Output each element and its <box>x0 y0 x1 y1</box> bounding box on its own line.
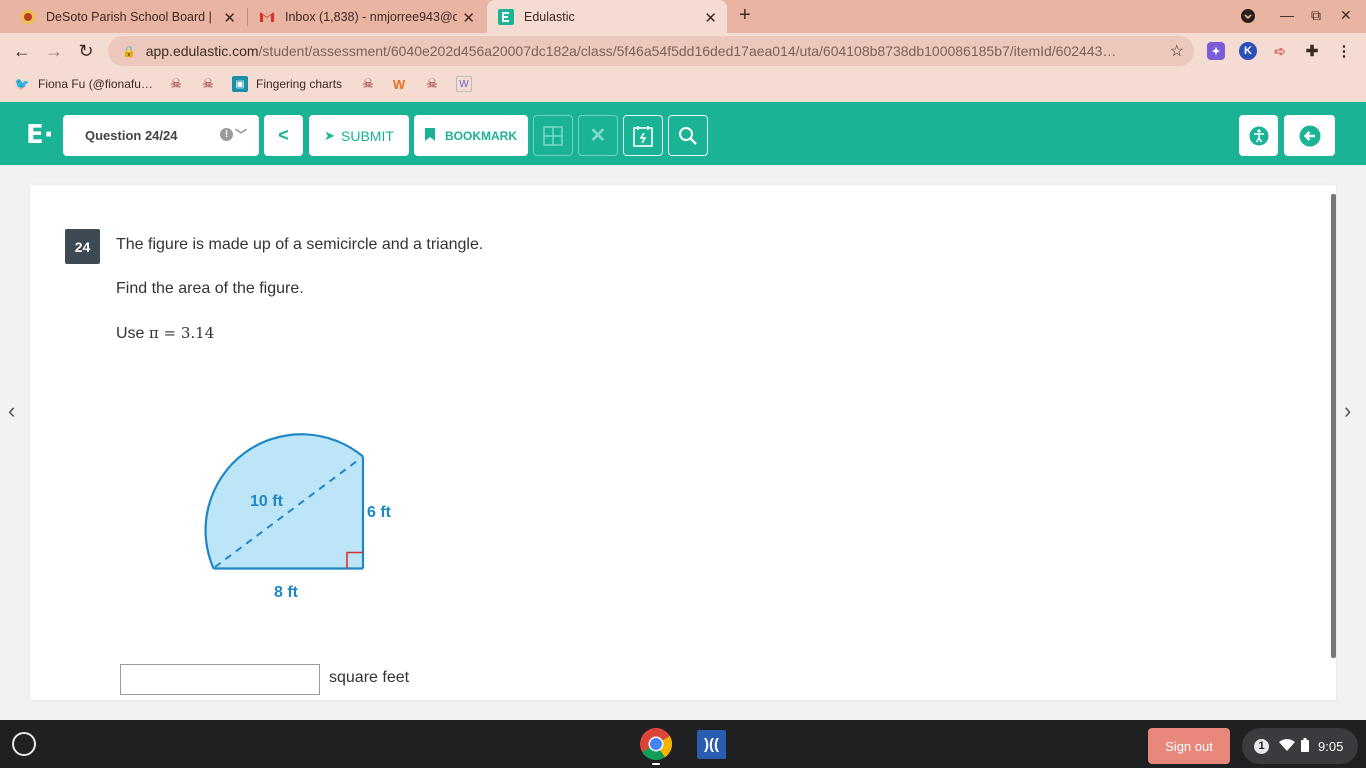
minimize-icon[interactable]: — <box>1280 7 1294 23</box>
bookmark-icon <box>425 127 435 144</box>
exit-button[interactable] <box>1284 115 1335 156</box>
url-text: app.edulastic.com/student/assessment/604… <box>145 43 1117 59</box>
question-prompt: Find the area of the figure. <box>116 280 304 297</box>
composite-figure: 10 ft 6 ft 8 ft <box>204 433 392 601</box>
next-arrow-icon[interactable]: › <box>1344 398 1351 424</box>
scratchpad-button[interactable] <box>623 115 663 156</box>
back-icon[interactable]: ← <box>10 39 34 63</box>
close-x-icon: ✕ <box>589 125 607 147</box>
twitter-icon: 🐦 <box>14 77 30 91</box>
bookmark-button[interactable]: BOOKMARK <box>414 115 528 156</box>
height-label: 6 ft <box>367 504 392 521</box>
pi-instruction: Use π = 3.14 <box>116 324 215 342</box>
extension-puzzle-purple-icon[interactable]: ✦ <box>1207 42 1225 60</box>
extensions-icon[interactable]: ✚ <box>1303 42 1321 60</box>
diameter-label: 10 ft <box>250 493 284 510</box>
accessibility-icon <box>1249 126 1268 145</box>
exit-arrow-icon <box>1299 125 1320 146</box>
extension-share-icon[interactable]: ➪ <box>1271 42 1289 60</box>
app-icon[interactable]: )(( <box>697 730 726 759</box>
chevron-left-icon: < <box>278 125 289 145</box>
bookmark-fingering-charts[interactable]: ▣ Fingering charts <box>232 76 342 92</box>
close-icon[interactable]: ✕ <box>223 9 236 27</box>
question-selector[interactable]: Question 24/24 ! ﹀ <box>63 115 259 156</box>
tab-desoto[interactable]: DeSoto Parish School Board | De ✕ <box>20 0 246 33</box>
extension-k-icon[interactable]: K <box>1239 42 1257 60</box>
bookmark-fiona[interactable]: 🐦 Fiona Fu (@fionafu… <box>14 76 153 92</box>
tab-title: Edulastic <box>524 9 575 24</box>
calculator-button[interactable] <box>533 115 573 156</box>
answer-eliminator-button[interactable]: ✕ <box>578 115 618 156</box>
tab-strip: DeSoto Parish School Board | De ✕ Inbox … <box>0 0 1366 33</box>
new-tab-icon[interactable]: + <box>739 4 751 27</box>
question-stem: The figure is made up of a semicircle an… <box>116 236 484 253</box>
close-icon[interactable]: ✕ <box>462 9 475 27</box>
submit-button[interactable]: ➤ SUBMIT <box>309 115 409 156</box>
chrome-app-icon[interactable] <box>639 727 673 765</box>
notification-badge: 1 <box>1254 738 1269 754</box>
assessment-toolbar: E· Question 24/24 ! ﹀ < ➤ SUBMIT BOOKMAR… <box>0 102 1366 165</box>
wifi-icon <box>1279 738 1295 754</box>
scrollbar[interactable] <box>1331 194 1336 658</box>
accessibility-button[interactable] <box>1239 115 1278 156</box>
answer-unit: square feet <box>329 669 410 686</box>
tab-edulastic[interactable]: Edulastic ✕ <box>487 0 727 33</box>
chevron-down-icon: ﹀ <box>234 128 247 142</box>
launcher-icon[interactable] <box>12 732 36 756</box>
forward-icon[interactable]: → <box>42 39 66 63</box>
bug-icon[interactable]: ☠ <box>424 76 440 92</box>
address-row: ← → ↻ 🔒 app.edulastic.com/student/assess… <box>0 33 1366 69</box>
question-number: 24 <box>65 229 100 264</box>
bug-icon[interactable]: ☠ <box>200 76 216 92</box>
search-icon <box>679 126 697 145</box>
edulastic-icon <box>498 8 514 25</box>
tab-title: DeSoto Parish School Board | De <box>46 9 216 24</box>
window-close-icon[interactable]: ✕ <box>1340 7 1352 24</box>
scratchpad-icon <box>633 125 653 147</box>
previous-arrow-icon[interactable]: ‹ <box>8 398 15 424</box>
gmail-icon <box>259 9 275 25</box>
bookmark-star-icon[interactable]: ☆ <box>1170 41 1184 61</box>
reload-icon[interactable]: ↻ <box>74 39 98 63</box>
site-w-icon[interactable]: W <box>456 76 472 92</box>
lock-icon: 🔒 <box>122 45 136 58</box>
wattpad-icon[interactable]: W <box>391 76 407 92</box>
base-label: 8 ft <box>274 584 299 601</box>
tab-inbox[interactable]: Inbox (1,838) - nmjorree943@de ✕ <box>259 0 485 33</box>
previous-question-button[interactable]: < <box>264 115 303 156</box>
status-tray[interactable]: 1 9:05 <box>1242 728 1358 764</box>
bug-icon[interactable]: ☠ <box>168 76 184 92</box>
close-icon[interactable]: ✕ <box>704 9 717 27</box>
pi-expression: π = 3.14 <box>148 324 215 342</box>
battery-icon <box>1301 737 1309 755</box>
tab-title: Inbox (1,838) - nmjorree943@de <box>285 9 457 24</box>
sign-out-button[interactable]: Sign out <box>1148 728 1230 764</box>
bookmark-image-icon: ▣ <box>232 76 248 92</box>
address-bar[interactable]: 🔒 app.edulastic.com/student/assessment/6… <box>108 36 1194 66</box>
answer-input[interactable] <box>120 664 320 695</box>
edulastic-logo: E· <box>26 120 54 150</box>
globe-icon <box>20 9 36 25</box>
menu-icon[interactable]: ⋮ <box>1335 42 1353 60</box>
restore-icon[interactable]: ⧉ <box>1311 7 1321 24</box>
clock: 9:05 <box>1318 738 1344 754</box>
send-icon: ➤ <box>324 127 335 143</box>
calculator-icon <box>543 125 563 146</box>
tab-search-icon[interactable] <box>1240 8 1256 27</box>
warning-icon: ! <box>220 128 233 141</box>
bug-icon[interactable]: ☠ <box>360 76 376 92</box>
magnifier-button[interactable] <box>668 115 708 156</box>
